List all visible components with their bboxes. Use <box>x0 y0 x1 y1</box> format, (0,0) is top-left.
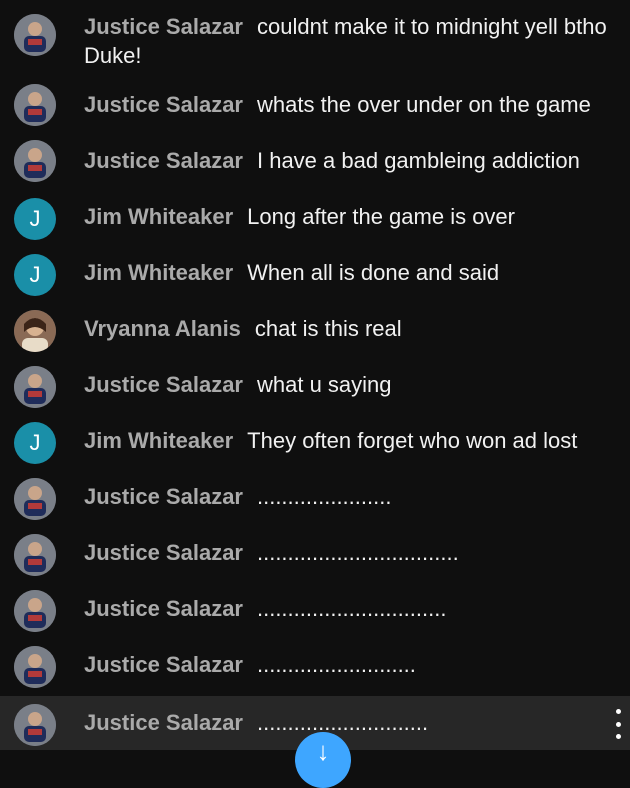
message-content: Justice Salazar.........................… <box>84 708 608 737</box>
chat-message[interactable]: Justice Salazar.........................… <box>0 642 630 688</box>
message-content: Justice Salazar what u saying <box>84 370 608 399</box>
avatar-photo-icon <box>14 704 56 746</box>
user-avatar[interactable]: J <box>14 198 56 240</box>
message-content: Justice Salazar.........................… <box>84 594 608 623</box>
chat-message[interactable]: J Jim Whiteaker They often forget who won… <box>0 418 630 464</box>
avatar-photo-icon <box>14 84 56 126</box>
message-text: I have a bad gambleing addiction <box>256 148 580 173</box>
message-author[interactable]: Jim Whiteaker <box>84 428 233 453</box>
message-text: They often forget who won ad lost <box>247 428 578 453</box>
message-text: ...................... <box>256 484 392 509</box>
chat-message[interactable]: J Jim Whiteaker Long after the game is ov… <box>0 194 630 240</box>
chat-message[interactable]: Vryanna Alanis chat is this real <box>0 306 630 352</box>
message-content: Jim Whiteaker Long after the game is over <box>84 202 608 231</box>
avatar-photo-icon <box>14 478 56 520</box>
user-avatar[interactable]: J <box>14 422 56 464</box>
scroll-to-bottom-button[interactable]: ↓ <box>295 732 351 788</box>
message-text: ............................... <box>256 596 447 621</box>
user-avatar[interactable] <box>14 14 56 56</box>
user-avatar[interactable] <box>14 704 56 746</box>
avatar-initial: J <box>29 206 41 231</box>
message-author[interactable]: Vryanna Alanis <box>84 316 241 341</box>
chat-message[interactable]: J Jim Whiteaker When all is done and said <box>0 250 630 296</box>
message-author[interactable]: Justice Salazar <box>84 148 243 173</box>
chat-message[interactable]: Justice Salazar...................... <box>0 474 630 520</box>
message-content: Justice Salazar.........................… <box>84 650 608 679</box>
message-author[interactable]: Jim Whiteaker <box>84 260 233 285</box>
message-text: what u saying <box>256 372 392 397</box>
message-author[interactable]: Justice Salazar <box>84 14 243 39</box>
live-chat-list: Justice Salazar couldnt make it to midnig… <box>0 0 630 750</box>
user-avatar[interactable] <box>14 140 56 182</box>
avatar-photo-icon <box>14 366 56 408</box>
message-content: Vryanna Alanis chat is this real <box>84 314 608 343</box>
message-author[interactable]: Justice Salazar <box>84 596 243 621</box>
message-content: Jim Whiteaker When all is done and said <box>84 258 608 287</box>
message-text: chat is this real <box>254 316 402 341</box>
user-avatar[interactable] <box>14 366 56 408</box>
message-author[interactable]: Justice Salazar <box>84 372 243 397</box>
user-avatar[interactable] <box>14 590 56 632</box>
user-avatar[interactable] <box>14 84 56 126</box>
chat-message[interactable]: Justice Salazar couldnt make it to midnig… <box>0 8 630 72</box>
message-author[interactable]: Justice Salazar <box>84 92 243 117</box>
chat-message[interactable]: Justice Salazar what u saying <box>0 362 630 408</box>
message-content: Justice Salazar whats the over under on t… <box>84 90 608 119</box>
message-text: When all is done and said <box>247 260 500 285</box>
avatar-photo-icon <box>14 646 56 688</box>
avatar-initial: J <box>29 430 41 455</box>
message-text: ................................. <box>256 540 459 565</box>
avatar-initial: J <box>29 262 41 287</box>
avatar-photo-icon <box>14 310 56 352</box>
message-content: Justice Salazar I have a bad gambleing ad… <box>84 146 608 175</box>
chat-message[interactable]: Justice Salazar whats the over under on t… <box>0 82 630 128</box>
avatar-photo-icon <box>14 14 56 56</box>
chat-message[interactable]: Justice Salazar.........................… <box>0 530 630 576</box>
user-avatar[interactable] <box>14 534 56 576</box>
message-content: Jim Whiteaker They often forget who won a… <box>84 426 608 455</box>
user-avatar[interactable] <box>14 310 56 352</box>
message-text: .......................... <box>256 652 416 677</box>
avatar-photo-icon <box>14 534 56 576</box>
avatar-photo-icon <box>14 590 56 632</box>
avatar-photo-icon <box>14 140 56 182</box>
message-author[interactable]: Justice Salazar <box>84 540 243 565</box>
user-avatar[interactable]: J <box>14 254 56 296</box>
chat-message[interactable]: Justice Salazar I have a bad gambleing ad… <box>0 138 630 184</box>
message-content: Justice Salazar.........................… <box>84 538 608 567</box>
message-author[interactable]: Justice Salazar <box>84 710 243 735</box>
message-text: Long after the game is over <box>247 204 515 229</box>
message-content: Justice Salazar...................... <box>84 482 608 511</box>
message-author[interactable]: Justice Salazar <box>84 484 243 509</box>
user-avatar[interactable] <box>14 646 56 688</box>
message-text: ............................ <box>256 710 429 735</box>
message-text: whats the over under on the game <box>256 92 591 117</box>
message-author[interactable]: Jim Whiteaker <box>84 204 233 229</box>
user-avatar[interactable] <box>14 478 56 520</box>
arrow-down-icon: ↓ <box>316 736 330 766</box>
chat-message[interactable]: Justice Salazar.........................… <box>0 586 630 632</box>
more-vert-icon[interactable] <box>614 709 622 739</box>
message-author[interactable]: Justice Salazar <box>84 652 243 677</box>
message-content: Justice Salazar couldnt make it to midnig… <box>84 12 608 70</box>
